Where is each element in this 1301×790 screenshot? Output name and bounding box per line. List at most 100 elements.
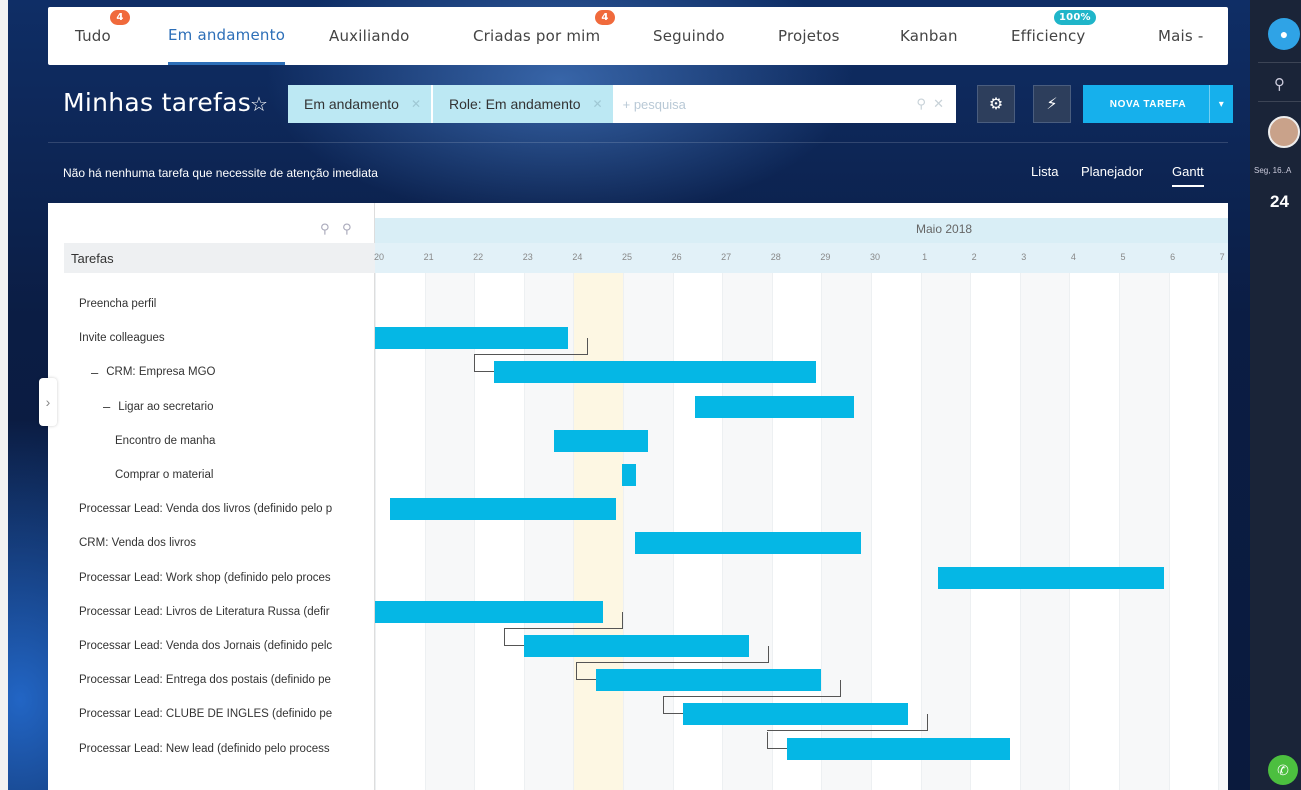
month-header — [375, 218, 1228, 243]
dependency-link — [766, 714, 929, 732]
tab-label: Kanban — [900, 27, 958, 45]
view-gantt[interactable]: Gantt — [1172, 164, 1204, 187]
task-row[interactable]: Processar Lead: Entrega dos postais (def… — [79, 663, 375, 697]
task-row[interactable]: – Ligar ao secretario — [103, 390, 375, 424]
gantt-bar[interactable] — [694, 395, 854, 418]
day-label: 2 — [971, 252, 977, 262]
tab-label: Em andamento — [168, 25, 286, 44]
view-lista[interactable]: Lista — [1031, 164, 1058, 179]
chevron-down-icon[interactable]: ▾ — [1209, 85, 1233, 123]
chevron-right-icon[interactable]: › — [39, 378, 57, 426]
gantt-bar[interactable] — [389, 498, 616, 521]
zoom-out-icon[interactable]: ⚲ — [320, 221, 330, 237]
tab-efficiency[interactable]: Efficiency 100% — [1011, 7, 1096, 65]
view-planejador[interactable]: Planejador — [1081, 164, 1143, 179]
dependency-link — [766, 731, 787, 749]
day-label: 1 — [922, 252, 928, 262]
close-icon[interactable]: ✕ — [593, 97, 603, 111]
dependency-link — [575, 663, 596, 681]
collapse-toggle-icon[interactable]: – — [91, 365, 98, 380]
filter-chip-label: Role: Em andamento — [449, 96, 581, 112]
day-label: 27 — [721, 252, 732, 262]
phone-icon[interactable]: ✆ — [1268, 755, 1298, 785]
tab-label: Efficiency — [1011, 27, 1086, 45]
filter-search-box[interactable]: Em andamento ✕ Role: Em andamento ✕ + pe… — [288, 85, 956, 123]
task-row[interactable]: Processar Lead: Work shop (definido pelo… — [79, 561, 375, 595]
task-name: CRM: Venda dos livros — [79, 537, 196, 550]
gantt-bar[interactable] — [635, 532, 862, 555]
task-name: Encontro de manha — [115, 434, 216, 447]
attention-notice: Não há nenhuma tarefa que necessite de a… — [63, 166, 378, 180]
tab-seguindo[interactable]: Seguindo — [653, 7, 725, 65]
task-row[interactable]: Encontro de manha — [115, 424, 375, 458]
tab-tudo[interactable]: Tudo 4 — [75, 7, 130, 65]
tab-projetos[interactable]: Projetos — [778, 7, 840, 65]
sidebar-day-number: 24 — [1270, 192, 1289, 211]
task-name: Processar Lead: Venda dos Jornais (defin… — [79, 640, 333, 652]
day-header — [375, 243, 1228, 273]
task-name: Processar Lead: Venda dos livros (defini… — [79, 503, 333, 516]
tab-criadas-por-mim[interactable]: Criadas por mim 4 — [473, 7, 615, 65]
day-label: 21 — [423, 252, 434, 262]
day-label: 7 — [1219, 252, 1225, 262]
task-row[interactable]: Invite colleagues — [79, 321, 375, 355]
tasks-column-header: Tarefas — [64, 243, 375, 273]
task-row[interactable]: Processar Lead: Venda dos Jornais (defin… — [79, 629, 375, 663]
task-row[interactable]: Processar Lead: CLUBE DE INGLES (definid… — [79, 697, 375, 731]
tab-mais[interactable]: Mais - — [1158, 7, 1204, 65]
sidebar-date: Seg, 16..A — [1254, 166, 1292, 175]
gantt-bar[interactable] — [622, 464, 636, 486]
tab-label: Seguindo — [653, 27, 725, 45]
task-name: Processar Lead: Work shop (definido pelo… — [79, 571, 331, 584]
task-row[interactable]: CRM: Venda dos livros — [79, 526, 375, 560]
star-icon[interactable]: ☆ — [250, 92, 268, 117]
automation-button[interactable]: ⚡ — [1033, 85, 1071, 123]
gantt-bar[interactable] — [494, 361, 817, 384]
day-label: 26 — [671, 252, 682, 262]
avatar[interactable] — [1268, 116, 1300, 148]
collapse-toggle-icon[interactable]: – — [103, 399, 110, 414]
task-row[interactable]: Processar Lead: Venda dos livros (defini… — [79, 492, 375, 526]
day-label: 20 — [373, 252, 384, 262]
day-column — [375, 273, 425, 790]
tab-badge: 4 — [110, 10, 130, 25]
gantt-panel: ⚲ ⚲ Tarefas Preencha perfil Invite collea… — [48, 203, 1228, 790]
bell-icon[interactable]: ● — [1268, 18, 1300, 50]
task-name: Preencha perfil — [79, 298, 157, 310]
day-label: 24 — [572, 252, 583, 262]
tab-em-andamento[interactable]: Em andamento — [168, 7, 286, 65]
search-icon[interactable]: ⚲ — [1274, 75, 1285, 93]
gantt-bar[interactable] — [786, 737, 1010, 760]
task-list-column: ⚲ ⚲ Tarefas Preencha perfil Invite collea… — [48, 203, 375, 790]
day-label: 30 — [869, 252, 880, 262]
zoom-in-icon[interactable]: ⚲ — [342, 221, 352, 237]
new-task-button[interactable]: NOVA TAREFA ▾ — [1083, 85, 1233, 123]
task-row[interactable]: Processar Lead: Livros de Literatura Rus… — [79, 595, 375, 629]
day-label: 5 — [1120, 252, 1126, 262]
tab-auxiliando[interactable]: Auxiliando — [329, 7, 410, 65]
task-row[interactable]: Comprar o material — [115, 458, 375, 492]
day-column — [1119, 273, 1169, 790]
task-name: Processar Lead: CLUBE DE INGLES (definid… — [79, 708, 333, 721]
task-row[interactable]: Processar Lead: New lead (definido pelo … — [79, 732, 375, 766]
close-icon[interactable]: ✕ — [411, 97, 421, 111]
tab-label: Tudo — [75, 27, 111, 45]
search-clear-icons[interactable]: ⚲ ✕ — [916, 96, 944, 112]
gantt-bar[interactable] — [553, 429, 648, 452]
settings-button[interactable]: ⚙ — [977, 85, 1015, 123]
task-row[interactable]: – CRM: Empresa MGO — [91, 355, 375, 389]
filter-chip[interactable]: Role: Em andamento ✕ — [433, 85, 613, 123]
right-sidebar: ● ⚲ Seg, 16..A 24 ✆ — [1250, 0, 1301, 790]
day-label: 6 — [1170, 252, 1176, 262]
task-row[interactable]: Preencha perfil — [79, 287, 375, 321]
filter-chip[interactable]: Em andamento ✕ — [288, 85, 432, 123]
task-name: Processar Lead: Livros de Literatura Rus… — [79, 605, 330, 618]
day-column — [1168, 273, 1219, 790]
tab-kanban[interactable]: Kanban — [900, 7, 958, 65]
day-label: 29 — [820, 252, 831, 262]
left-edge — [0, 0, 8, 790]
search-input[interactable]: + pesquisa — [623, 97, 917, 112]
gantt-bar[interactable] — [937, 566, 1164, 589]
day-column — [1218, 273, 1228, 790]
day-label: 28 — [770, 252, 781, 262]
